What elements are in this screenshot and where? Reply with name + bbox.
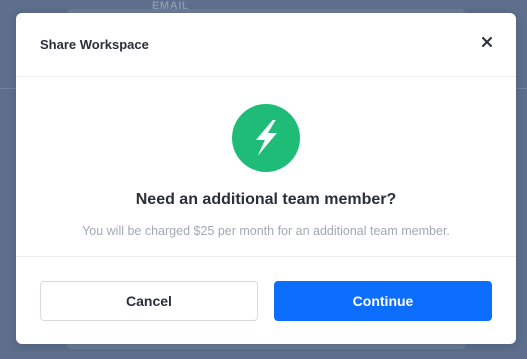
modal-header: Share Workspace xyxy=(16,13,516,77)
share-workspace-modal: Share Workspace Need an additional team … xyxy=(16,13,516,344)
modal-body: Need an additional team member? You will… xyxy=(16,77,516,257)
background-field-label: EMAIL xyxy=(152,0,190,12)
cancel-button[interactable]: Cancel xyxy=(40,281,258,321)
modal-heading: Need an additional team member? xyxy=(135,191,397,208)
close-button[interactable] xyxy=(480,35,494,49)
lightning-bolt-icon xyxy=(232,104,300,172)
close-icon xyxy=(482,37,492,47)
background-divider-left xyxy=(0,88,16,89)
modal-title: Share Workspace xyxy=(40,37,149,52)
modal-description: You will be charged $25 per month for an… xyxy=(82,224,450,238)
modal-footer: Cancel Continue xyxy=(16,257,516,344)
continue-button[interactable]: Continue xyxy=(274,281,492,321)
